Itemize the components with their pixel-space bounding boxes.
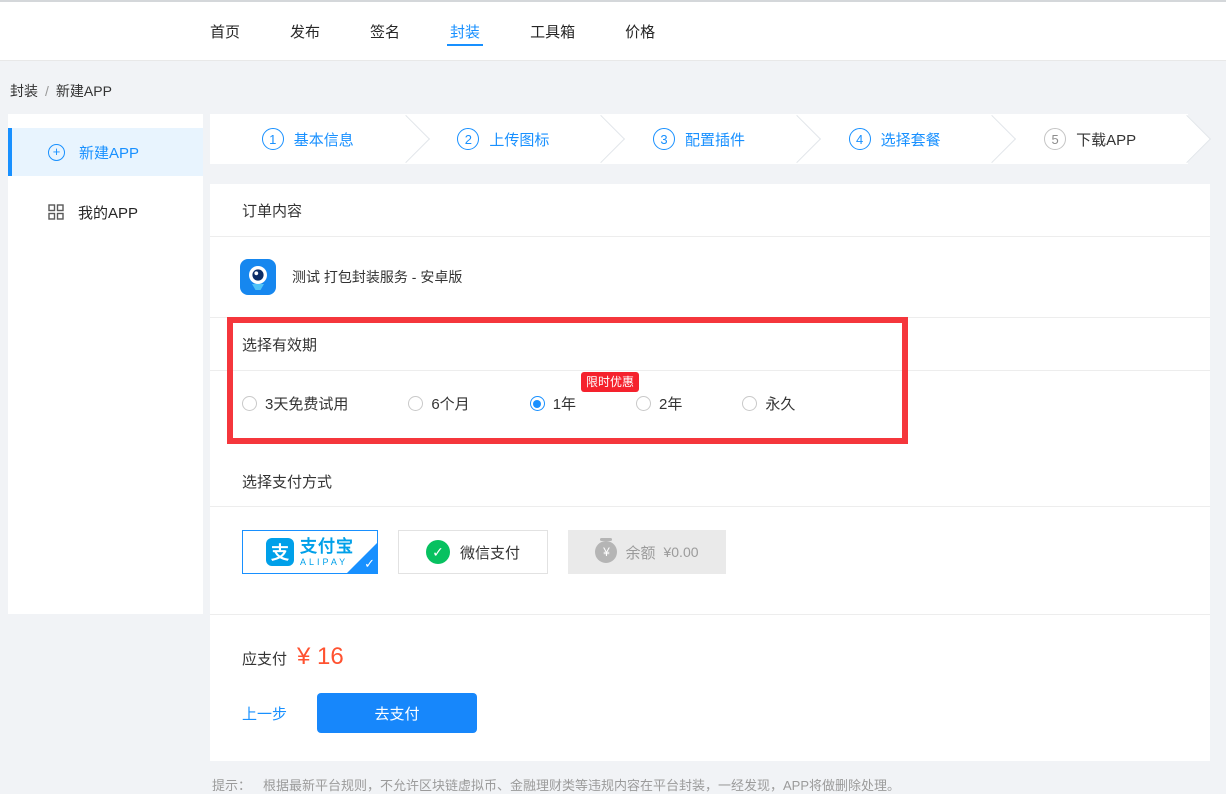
payment-method-balance: 余额 ¥0.00 [568, 530, 726, 574]
wechat-pay-icon: ✓ [426, 540, 450, 564]
step-label: 基本信息 [294, 129, 354, 150]
payment-section-title: 选择支付方式 [210, 444, 1210, 506]
amount-due-value: ¥ 16 [297, 643, 344, 671]
step-number: 5 [1044, 128, 1066, 150]
payment-method-wechat[interactable]: ✓ 微信支付 [398, 530, 548, 574]
breadcrumb-page: 新建APP [56, 83, 112, 99]
radio-label: 3天免费试用 [265, 393, 348, 414]
sidebar-item-label: 新建APP [79, 142, 139, 163]
radio-icon [408, 396, 423, 411]
sidebar-item-label: 我的APP [78, 202, 138, 223]
top-nav: 首页 发布 签名 封装 工具箱 价格 [0, 0, 1226, 61]
radio-label: 2年 [659, 393, 682, 414]
order-section-title: 订单内容 [210, 184, 1210, 236]
payment-summary: 应支付 ¥ 16 [210, 615, 1210, 671]
radio-label: 6个月 [431, 393, 469, 414]
app-icon [240, 259, 276, 295]
alipay-brand-en: ALIPAY [300, 558, 354, 567]
breadcrumb-section[interactable]: 封装 [10, 83, 38, 99]
go-to-pay-button[interactable]: 去支付 [317, 693, 477, 733]
balance-label: 余额 [625, 542, 655, 563]
step-configure-plugins[interactable]: 3 配置插件 [601, 114, 797, 164]
step-wizard: 1 基本信息 2 上传图标 3 配置插件 4 选择套餐 5 下载APP [210, 114, 1188, 164]
sidebar-item-new-app[interactable]: 新建APP [8, 128, 203, 176]
wechat-pay-label: 微信支付 [460, 542, 520, 563]
step-label: 配置插件 [685, 129, 745, 150]
radio-icon [636, 396, 651, 411]
validity-option-2years[interactable]: 2年 [636, 393, 682, 414]
nav-item-toolbox[interactable]: 工具箱 [530, 2, 575, 60]
nav-item-sign[interactable]: 签名 [370, 2, 400, 60]
main-content: 1 基本信息 2 上传图标 3 配置插件 4 选择套餐 5 下载APP [210, 114, 1210, 794]
payment-method-alipay[interactable]: 支 支付宝 ALIPAY ✓ [242, 530, 378, 574]
balance-amount: ¥0.00 [663, 544, 698, 560]
footer-tip: 提示： 根据最新平台规则，不允许区块链虚拟币、金融理财类等违规内容在平台封装，一经… [212, 775, 1210, 794]
validity-option-1year[interactable]: 1年 [530, 393, 576, 414]
alipay-logo-icon: 支 [266, 538, 294, 566]
step-download-app[interactable]: 5 下载APP [992, 114, 1188, 164]
step-label: 选择套餐 [881, 129, 941, 150]
validity-option-3day-trial[interactable]: 3天免费试用 [242, 393, 348, 414]
step-number: 3 [653, 128, 675, 150]
nav-item-publish[interactable]: 发布 [290, 2, 320, 60]
action-bar: 上一步 去支付 [210, 671, 1210, 761]
nav-item-package[interactable]: 封装 [450, 2, 480, 60]
promo-badge: 限时优惠 [581, 372, 639, 392]
amount-due-label: 应支付 [242, 648, 287, 669]
step-number: 1 [262, 128, 284, 150]
step-number: 2 [457, 128, 479, 150]
validity-option-forever[interactable]: 永久 [742, 393, 795, 414]
radio-checked-icon [530, 396, 545, 411]
alipay-brand: 支付宝 [300, 538, 354, 555]
tip-text: 根据最新平台规则，不允许区块链虚拟币、金融理财类等违规内容在平台封装，一经发现，… [263, 778, 900, 793]
breadcrumb: 封装 / 新建APP [0, 61, 1226, 114]
step-label: 下载APP [1076, 129, 1136, 150]
money-bag-icon [595, 541, 617, 563]
nav-item-pricing[interactable]: 价格 [625, 2, 655, 60]
sidebar: 新建APP 我的APP [8, 114, 203, 614]
plus-circle-icon [48, 144, 65, 161]
validity-option-6months[interactable]: 6个月 [408, 393, 469, 414]
nav-item-home[interactable]: 首页 [210, 2, 240, 60]
tip-label: 提示： [212, 778, 251, 793]
step-label: 上传图标 [489, 129, 549, 150]
step-upload-icon[interactable]: 2 上传图标 [406, 114, 602, 164]
product-name: 测试 打包封装服务 - 安卓版 [292, 267, 462, 287]
radio-label: 1年 [553, 393, 576, 414]
order-panel: 订单内容 测试 打包封装服务 - 安卓版 选择有效期 3天免费试用 [210, 184, 1210, 761]
grid-icon [48, 204, 64, 220]
payment-methods: 支 支付宝 ALIPAY ✓ ✓ 微信支付 余额 ¥0.00 [210, 507, 1210, 614]
previous-step-link[interactable]: 上一步 [242, 703, 287, 724]
step-basic-info[interactable]: 1 基本信息 [210, 114, 406, 164]
radio-label: 永久 [765, 393, 795, 414]
radio-icon [242, 396, 257, 411]
breadcrumb-separator: / [45, 83, 49, 99]
validity-options: 3天免费试用 6个月 1年 2年 永久 限时优惠 [210, 371, 1210, 444]
sidebar-item-my-app[interactable]: 我的APP [8, 188, 203, 236]
step-number: 4 [849, 128, 871, 150]
order-item-row: 测试 打包封装服务 - 安卓版 [210, 237, 1210, 317]
step-choose-plan[interactable]: 4 选择套餐 [797, 114, 993, 164]
validity-section-title: 选择有效期 [210, 318, 1210, 370]
radio-icon [742, 396, 757, 411]
selected-check-icon: ✓ [364, 556, 375, 572]
